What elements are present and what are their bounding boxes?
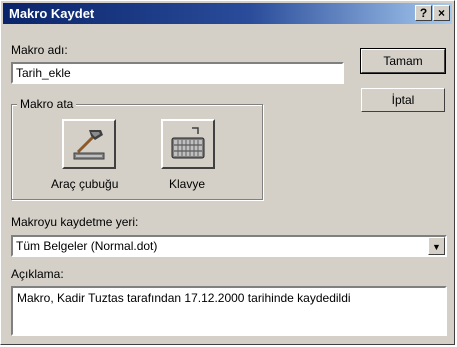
close-button[interactable]: × [433,5,450,21]
store-location-select[interactable]: Tüm Belgeler (Normal.dot) ▼ [11,235,447,257]
toolbar-assign-button[interactable] [62,119,116,169]
assign-macro-label: Makro ata [17,97,77,111]
assign-macro-group [11,104,263,200]
record-macro-dialog: Makro Kaydet ? × Makro adı: Tarih_ekle T… [0,0,455,345]
store-location-label: Makroyu kaydetme yeri: [11,215,139,229]
macro-name-input[interactable]: Tarih_ekle [11,62,344,84]
keyboard-assign-label: Klavye [169,177,206,191]
dropdown-arrow-button[interactable]: ▼ [428,237,445,255]
help-button[interactable]: ? [415,5,432,21]
macro-name-label: Makro adı: [11,43,68,57]
store-location-value: Tüm Belgeler (Normal.dot) [16,239,158,253]
cancel-button[interactable]: İptal [361,88,445,112]
title-bar[interactable]: Makro Kaydet ? × [3,3,452,24]
toolbar-assign-label: Araç çubuğu [51,177,119,191]
window-title: Makro Kaydet [9,6,95,21]
triangle-down-icon: ▼ [432,242,441,252]
ok-button[interactable]: Tamam [360,48,446,74]
description-label: Açıklama: [11,267,64,281]
keyboard-assign-button[interactable] [161,119,215,169]
description-textarea[interactable]: Makro, Kadir Tuztas tarafından 17.12.200… [11,286,447,336]
